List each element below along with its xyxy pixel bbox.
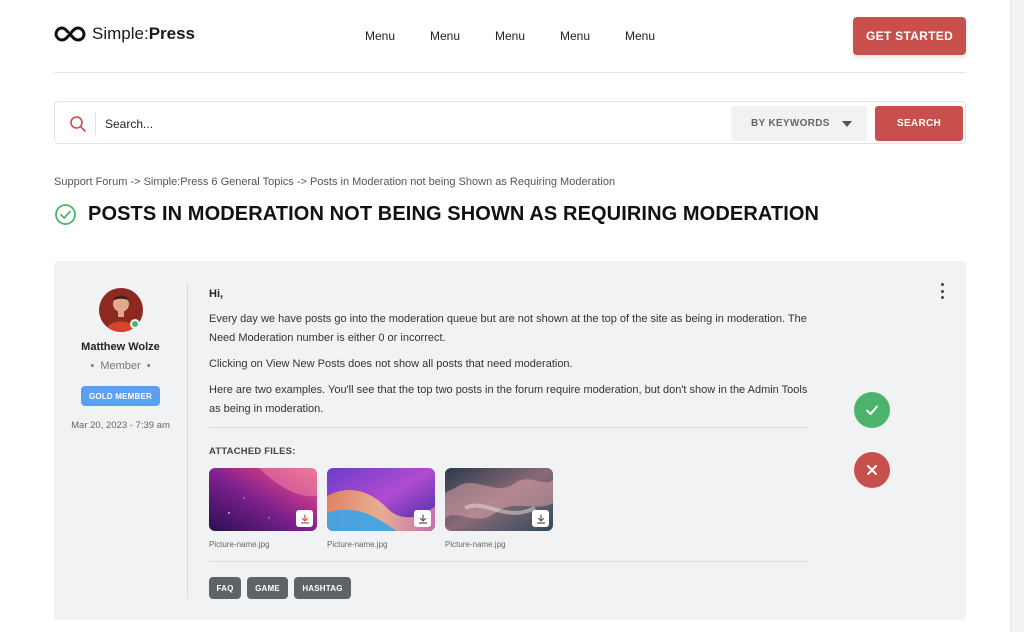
logo-text-light: Simple: bbox=[92, 24, 149, 43]
attachment-item[interactable]: Picture-name.jpg bbox=[209, 468, 317, 549]
more-options-icon[interactable] bbox=[939, 283, 945, 299]
site-header: Simple:Press Menu Menu Menu Menu Menu GE… bbox=[54, 0, 966, 73]
author-divider bbox=[187, 283, 188, 599]
divider bbox=[209, 427, 810, 428]
nav-item-3[interactable]: Menu bbox=[495, 29, 525, 43]
post-paragraph: Clicking on View New Posts does not show… bbox=[209, 358, 573, 370]
attachment-thumbnail[interactable] bbox=[445, 468, 553, 531]
author-role-label: Member bbox=[100, 360, 141, 372]
search-divider bbox=[95, 112, 96, 135]
nav-item-4[interactable]: Menu bbox=[560, 29, 590, 43]
attachment-name: Picture-name.jpg bbox=[327, 540, 388, 549]
caret-down-icon bbox=[841, 120, 852, 127]
download-icon[interactable] bbox=[296, 510, 313, 527]
reject-button[interactable] bbox=[854, 452, 890, 488]
tag[interactable]: HASHTAG bbox=[294, 577, 351, 599]
scrollbar-track[interactable] bbox=[1010, 0, 1024, 632]
search-input[interactable] bbox=[105, 114, 505, 134]
member-badge: GOLD MEMBER bbox=[81, 386, 160, 406]
attachments-list: Picture-name.jpg Picture-name.jpg Pictur… bbox=[209, 468, 553, 549]
tag[interactable]: GAME bbox=[247, 577, 288, 599]
logo-text-bold: Press bbox=[148, 24, 196, 43]
infinity-logo-icon bbox=[54, 26, 86, 42]
nav-item-1[interactable]: Menu bbox=[365, 29, 395, 43]
breadcrumb[interactable]: Support Forum -> Simple:Press 6 General … bbox=[54, 176, 615, 188]
post-paragraph: Every day we have posts go into the mode… bbox=[209, 313, 807, 344]
attachments-label: ATTACHED FILES: bbox=[209, 446, 296, 457]
search-button[interactable]: SEARCH bbox=[875, 106, 963, 141]
author-name[interactable]: Matthew Wolze bbox=[54, 341, 187, 353]
search-bar: BY KEYWORDS SEARCH bbox=[54, 101, 966, 144]
post-greeting: Hi, bbox=[209, 288, 224, 300]
logo-text: Simple:Press bbox=[92, 24, 195, 44]
online-status-indicator bbox=[130, 319, 140, 329]
check-circle-icon bbox=[55, 204, 76, 225]
post-card: Matthew Wolze • Member • GOLD MEMBER Mar… bbox=[54, 261, 966, 620]
nav-item-5[interactable]: Menu bbox=[625, 29, 655, 43]
attachment-item[interactable]: Picture-name.jpg bbox=[445, 468, 553, 549]
attachment-name: Picture-name.jpg bbox=[445, 540, 506, 549]
download-icon[interactable] bbox=[414, 510, 431, 527]
attachment-item[interactable]: Picture-name.jpg bbox=[327, 468, 435, 549]
tag-list: FAQ GAME HASHTAG bbox=[209, 577, 351, 599]
search-filter-value: BY KEYWORDS bbox=[751, 118, 830, 129]
close-icon bbox=[867, 465, 877, 475]
topic-header: POSTS IN MODERATION NOT BEING SHOWN AS R… bbox=[54, 203, 819, 226]
get-started-button[interactable]: GET STARTED bbox=[853, 17, 966, 55]
divider bbox=[209, 561, 810, 562]
search-icon[interactable] bbox=[69, 115, 87, 133]
attachment-name: Picture-name.jpg bbox=[209, 540, 270, 549]
author-role: • Member • bbox=[90, 360, 151, 372]
nav-item-2[interactable]: Menu bbox=[430, 29, 460, 43]
tag[interactable]: FAQ bbox=[209, 577, 241, 599]
approve-button[interactable] bbox=[854, 392, 890, 428]
main-nav: Menu Menu Menu Menu Menu bbox=[365, 29, 655, 43]
logo[interactable]: Simple:Press bbox=[54, 24, 195, 44]
post-body: Hi, Every day we have posts go into the … bbox=[209, 285, 814, 426]
attachment-thumbnail[interactable] bbox=[327, 468, 435, 531]
post-paragraph: Here are two examples. You'll see that t… bbox=[209, 384, 808, 415]
page-title: POSTS IN MODERATION NOT BEING SHOWN AS R… bbox=[88, 203, 820, 225]
search-filter-select[interactable]: BY KEYWORDS bbox=[731, 106, 867, 141]
check-icon bbox=[866, 405, 878, 415]
attachment-thumbnail[interactable] bbox=[209, 468, 317, 531]
download-icon[interactable] bbox=[532, 510, 549, 527]
post-author: Matthew Wolze • Member • GOLD MEMBER Mar… bbox=[54, 261, 187, 620]
post-date: Mar 20, 2023 - 7:39 am bbox=[71, 420, 170, 431]
